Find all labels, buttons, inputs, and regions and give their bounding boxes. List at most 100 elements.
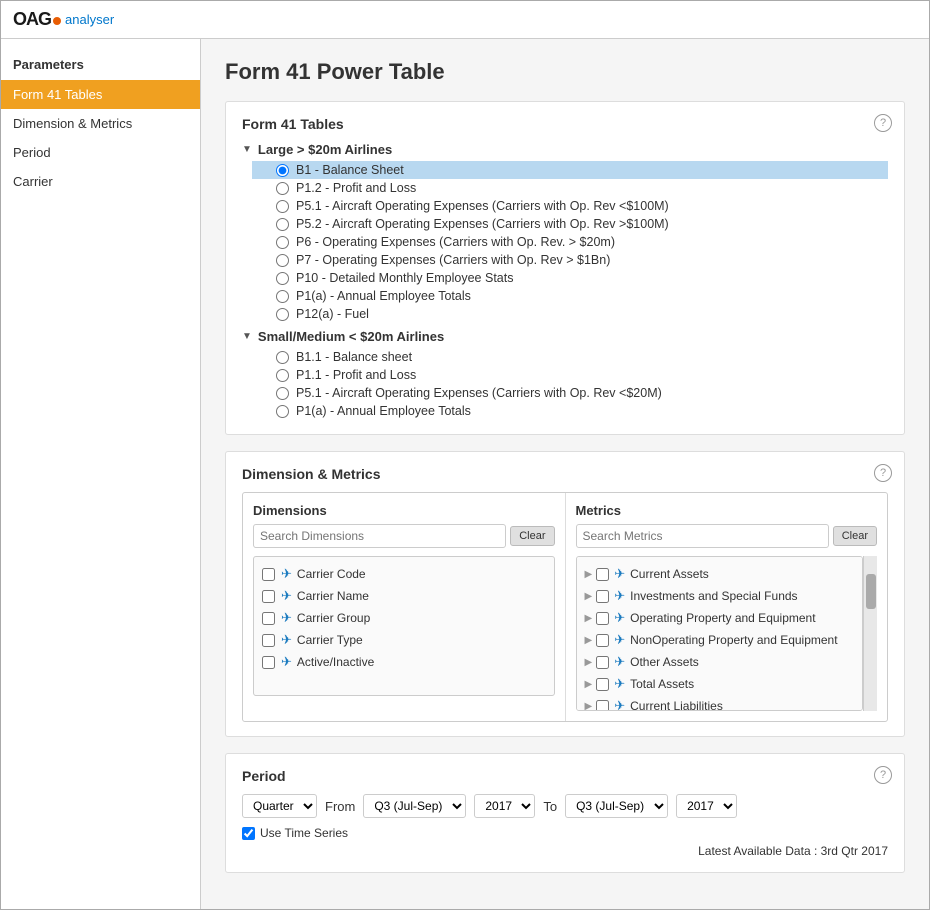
- dim-item-carriercode[interactable]: ✈ Carrier Code: [258, 563, 550, 585]
- dimensions-search-row: Clear: [253, 524, 555, 548]
- dim-item-carriergroup[interactable]: ✈ Carrier Group: [258, 607, 550, 629]
- period-row: Quarter From Q3 (Jul-Sep) 2017 To Q3 (Ju…: [242, 794, 888, 818]
- checkbox-currentassets[interactable]: [596, 568, 609, 581]
- radio-p7[interactable]: [276, 254, 289, 267]
- tree-item-p1a[interactable]: P1(a) - Annual Employee Totals: [252, 287, 888, 305]
- form41-help-icon[interactable]: ?: [874, 114, 892, 132]
- metric-item-currentliab[interactable]: ▶ ✈ Current Liabilities: [581, 695, 859, 711]
- label-p7: P7 - Operating Expenses (Carriers with O…: [296, 253, 610, 267]
- dimmetrics-section: Dimension & Metrics ? Dimensions Clear: [225, 451, 905, 737]
- expand-icon-currentliab[interactable]: ▶: [585, 701, 593, 712]
- label-b1: B1 - Balance Sheet: [296, 163, 404, 177]
- radio-p12[interactable]: [276, 182, 289, 195]
- use-time-series-checkbox[interactable]: [242, 827, 255, 840]
- tree-item-p51a[interactable]: P5.1 - Aircraft Operating Expenses (Carr…: [252, 197, 888, 215]
- period-help-icon[interactable]: ?: [874, 766, 892, 784]
- tree-item-p12[interactable]: P1.2 - Profit and Loss: [252, 179, 888, 197]
- checkbox-carriergroup[interactable]: [262, 612, 275, 625]
- expand-icon-investments[interactable]: ▶: [585, 591, 593, 602]
- radio-sp11[interactable]: [276, 369, 289, 382]
- period-type-select[interactable]: Quarter: [242, 794, 317, 818]
- use-time-series-row: Use Time Series: [242, 826, 888, 840]
- metric-label-otherassets: Other Assets: [630, 655, 699, 669]
- sidebar-item-carrier[interactable]: Carrier: [1, 167, 200, 196]
- tree-item-sb11[interactable]: B1.1 - Balance sheet: [252, 348, 888, 366]
- sidebar-item-period[interactable]: Period: [1, 138, 200, 167]
- sidebar-item-dimensionmetrics[interactable]: Dimension & Metrics: [1, 109, 200, 138]
- dim-item-carriertype[interactable]: ✈ Carrier Type: [258, 629, 550, 651]
- from-quarter-select[interactable]: Q3 (Jul-Sep): [363, 794, 466, 818]
- checkbox-oproperty[interactable]: [596, 612, 609, 625]
- search-metrics-input[interactable]: [576, 524, 829, 548]
- radio-sp1a[interactable]: [276, 405, 289, 418]
- metric-label-currentliab: Current Liabilities: [630, 699, 723, 711]
- metric-item-totalassets[interactable]: ▶ ✈ Total Assets: [581, 673, 859, 695]
- tree-item-sp11[interactable]: P1.1 - Profit and Loss: [252, 366, 888, 384]
- dim-item-activeinactive[interactable]: ✈ Active/Inactive: [258, 651, 550, 673]
- expand-icon-currentassets[interactable]: ▶: [585, 569, 593, 580]
- metric-label-oproperty: Operating Property and Equipment: [630, 611, 815, 625]
- expand-icon-noproperty[interactable]: ▶: [585, 635, 593, 646]
- tree-item-p10[interactable]: P10 - Detailed Monthly Employee Stats: [252, 269, 888, 287]
- label-sp51: P5.1 - Aircraft Operating Expenses (Carr…: [296, 386, 662, 400]
- dim-label-carriercode: Carrier Code: [297, 567, 366, 581]
- scroll-thumb[interactable]: [866, 574, 876, 609]
- to-quarter-select[interactable]: Q3 (Jul-Sep): [565, 794, 668, 818]
- dim-item-carriername[interactable]: ✈ Carrier Name: [258, 585, 550, 607]
- metric-item-otherassets[interactable]: ▶ ✈ Other Assets: [581, 651, 859, 673]
- plane-icon-carriertype: ✈: [281, 632, 292, 648]
- radio-p10[interactable]: [276, 272, 289, 285]
- metric-item-investments[interactable]: ▶ ✈ Investments and Special Funds: [581, 585, 859, 607]
- search-dimensions-input[interactable]: [253, 524, 506, 548]
- sidebar-item-form41tables[interactable]: Form 41 Tables: [1, 80, 200, 109]
- large-group-header[interactable]: ▼ Large > $20m Airlines: [242, 142, 888, 157]
- checkbox-carriercode[interactable]: [262, 568, 275, 581]
- checkbox-noproperty[interactable]: [596, 634, 609, 647]
- radio-p12a[interactable]: [276, 308, 289, 321]
- expand-icon-otherassets[interactable]: ▶: [585, 657, 593, 668]
- radio-p6[interactable]: [276, 236, 289, 249]
- metric-item-noproperty[interactable]: ▶ ✈ NonOperating Property and Equipment: [581, 629, 859, 651]
- tree-item-sp51[interactable]: P5.1 - Aircraft Operating Expenses (Carr…: [252, 384, 888, 402]
- checkbox-activeinactive[interactable]: [262, 656, 275, 669]
- plane-icon-otherassets: ✈: [614, 654, 625, 670]
- content-area: Form 41 Power Table Form 41 Tables ? ▼ L…: [201, 39, 929, 909]
- metrics-scrollbar[interactable]: [863, 556, 877, 711]
- expand-icon-oproperty[interactable]: ▶: [585, 613, 593, 624]
- clear-metrics-button[interactable]: Clear: [833, 526, 877, 546]
- checkbox-otherassets[interactable]: [596, 656, 609, 669]
- small-group-header[interactable]: ▼ Small/Medium < $20m Airlines: [242, 329, 888, 344]
- label-p12: P1.2 - Profit and Loss: [296, 181, 416, 195]
- tree-item-p51b[interactable]: P5.2 - Aircraft Operating Expenses (Carr…: [252, 215, 888, 233]
- dimmetrics-help-icon[interactable]: ?: [874, 464, 892, 482]
- tree-item-p7[interactable]: P7 - Operating Expenses (Carriers with O…: [252, 251, 888, 269]
- from-year-select[interactable]: 2017: [474, 794, 535, 818]
- radio-sp51[interactable]: [276, 387, 289, 400]
- checkbox-investments[interactable]: [596, 590, 609, 603]
- expand-icon-totalassets[interactable]: ▶: [585, 679, 593, 690]
- form41-section-title: Form 41 Tables: [242, 116, 888, 132]
- radio-p1a[interactable]: [276, 290, 289, 303]
- radio-p51b[interactable]: [276, 218, 289, 231]
- checkbox-carriername[interactable]: [262, 590, 275, 603]
- to-year-select[interactable]: 2017: [676, 794, 737, 818]
- radio-p51a[interactable]: [276, 200, 289, 213]
- radio-b1[interactable]: [276, 164, 289, 177]
- checkbox-currentliab[interactable]: [596, 700, 609, 712]
- tree-item-sp1a[interactable]: P1(a) - Annual Employee Totals: [252, 402, 888, 420]
- metric-item-currentassets[interactable]: ▶ ✈ Current Assets: [581, 563, 859, 585]
- checkbox-totalassets[interactable]: [596, 678, 609, 691]
- tree-item-p12a[interactable]: P12(a) - Fuel: [252, 305, 888, 323]
- large-group-label: Large > $20m Airlines: [258, 142, 392, 157]
- clear-dimensions-button[interactable]: Clear: [510, 526, 554, 546]
- checkbox-carriertype[interactable]: [262, 634, 275, 647]
- metric-item-oproperty[interactable]: ▶ ✈ Operating Property and Equipment: [581, 607, 859, 629]
- label-p1a: P1(a) - Annual Employee Totals: [296, 289, 471, 303]
- dimensions-list: ✈ Carrier Code ✈ Carrier Name ✈: [253, 556, 555, 696]
- tree-item-p6[interactable]: P6 - Operating Expenses (Carriers with O…: [252, 233, 888, 251]
- tree-item-b1[interactable]: B1 - Balance Sheet: [252, 161, 888, 179]
- latest-data-label: Latest Available Data : 3rd Qtr 2017: [242, 844, 888, 858]
- radio-sb11[interactable]: [276, 351, 289, 364]
- sidebar: Parameters Form 41 Tables Dimension & Me…: [1, 39, 201, 909]
- period-section-title: Period: [242, 768, 888, 784]
